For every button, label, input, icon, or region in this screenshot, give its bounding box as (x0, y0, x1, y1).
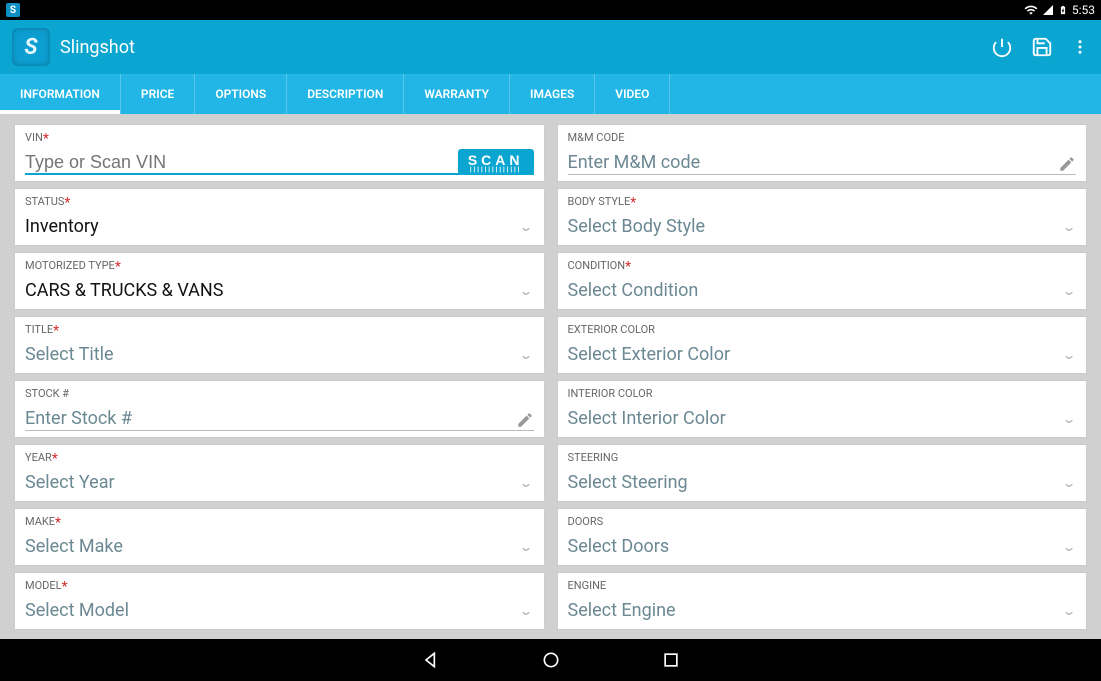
status-value: Inventory (25, 214, 519, 241)
app-title: Slingshot (60, 37, 991, 58)
android-status-bar: S 5:53 (0, 0, 1101, 20)
status-time: 5:53 (1072, 3, 1095, 17)
app-small-icon: S (6, 3, 20, 17)
pencil-icon[interactable] (516, 411, 534, 429)
body-style-value: Select Body Style (568, 214, 1062, 241)
field-title[interactable]: TITLE* Select Title ⌄ (14, 316, 545, 374)
engine-value: Select Engine (568, 598, 1062, 625)
back-icon[interactable] (421, 650, 441, 670)
chevron-down-icon: ⌄ (1058, 348, 1079, 364)
year-value: Select Year (25, 470, 519, 497)
recent-icon[interactable] (661, 650, 681, 670)
condition-value: Select Condition (568, 278, 1062, 305)
field-motorized-type[interactable]: MOTORIZED TYPE* CARS & TRUCKS & VANS ⌄ (14, 252, 545, 310)
tab-video[interactable]: VIDEO (595, 74, 670, 114)
field-interior-color[interactable]: INTERIOR COLOR Select Interior Color ⌄ (557, 380, 1088, 438)
chevron-down-icon: ⌄ (516, 476, 537, 492)
tab-description[interactable]: DESCRIPTION (287, 74, 404, 114)
save-icon[interactable] (1031, 36, 1053, 58)
tab-options[interactable]: OPTIONS (195, 74, 287, 114)
chevron-down-icon: ⌄ (516, 540, 537, 556)
tab-images[interactable]: IMAGES (510, 74, 595, 114)
steering-value: Select Steering (568, 470, 1062, 497)
wifi-icon (1024, 3, 1038, 17)
field-stock: STOCK # Enter Stock # (14, 380, 545, 438)
model-value: Select Model (25, 598, 519, 625)
overflow-menu-icon[interactable] (1071, 36, 1089, 58)
mm-input[interactable]: Enter M&M code (568, 150, 1059, 177)
power-icon[interactable] (991, 36, 1013, 58)
chevron-down-icon: ⌄ (1058, 220, 1079, 236)
make-value: Select Make (25, 534, 519, 561)
field-condition[interactable]: CONDITION* Select Condition ⌄ (557, 252, 1088, 310)
scan-button[interactable]: SCAN|||||||||||||| (458, 149, 534, 175)
stock-input[interactable]: Enter Stock # (25, 406, 516, 433)
field-steering[interactable]: STEERING Select Steering ⌄ (557, 444, 1088, 502)
signal-icon (1042, 4, 1054, 16)
chevron-down-icon: ⌄ (1058, 540, 1079, 556)
title-value: Select Title (25, 342, 519, 369)
home-icon[interactable] (541, 650, 561, 670)
field-status[interactable]: STATUS* Inventory ⌄ (14, 188, 545, 246)
interior-color-value: Select Interior Color (568, 406, 1062, 433)
field-body-style[interactable]: BODY STYLE* Select Body Style ⌄ (557, 188, 1088, 246)
app-bar: S Slingshot (0, 20, 1101, 74)
chevron-down-icon: ⌄ (1058, 604, 1079, 620)
doors-value: Select Doors (568, 534, 1062, 561)
battery-icon (1058, 3, 1068, 17)
motorized-type-value: CARS & TRUCKS & VANS (25, 278, 519, 305)
field-mm-code: M&M CODE Enter M&M code (557, 124, 1088, 182)
field-year[interactable]: YEAR* Select Year ⌄ (14, 444, 545, 502)
chevron-down-icon: ⌄ (516, 220, 537, 236)
chevron-down-icon: ⌄ (1058, 284, 1079, 300)
field-vin: VIN* SCAN|||||||||||||| (14, 124, 545, 182)
chevron-down-icon: ⌄ (516, 604, 537, 620)
field-make[interactable]: MAKE* Select Make ⌄ (14, 508, 545, 566)
app-logo: S (12, 28, 50, 66)
field-exterior-color[interactable]: EXTERIOR COLOR Select Exterior Color ⌄ (557, 316, 1088, 374)
field-doors[interactable]: DOORS Select Doors ⌄ (557, 508, 1088, 566)
pencil-icon[interactable] (1058, 155, 1076, 173)
tab-price[interactable]: PRICE (121, 74, 195, 114)
chevron-down-icon: ⌄ (516, 284, 537, 300)
form-content: VIN* SCAN|||||||||||||| M&M CODE Enter M… (0, 114, 1101, 639)
android-nav-bar (0, 639, 1101, 681)
field-model[interactable]: MODEL* Select Model ⌄ (14, 572, 545, 630)
chevron-down-icon: ⌄ (516, 348, 537, 364)
tab-information[interactable]: INFORMATION (0, 74, 121, 114)
exterior-color-value: Select Exterior Color (568, 342, 1062, 369)
field-engine[interactable]: ENGINE Select Engine ⌄ (557, 572, 1088, 630)
tab-bar: INFORMATION PRICE OPTIONS DESCRIPTION WA… (0, 74, 1101, 114)
chevron-down-icon: ⌄ (1058, 412, 1079, 428)
tab-warranty[interactable]: WARRANTY (404, 74, 510, 114)
chevron-down-icon: ⌄ (1058, 476, 1079, 492)
